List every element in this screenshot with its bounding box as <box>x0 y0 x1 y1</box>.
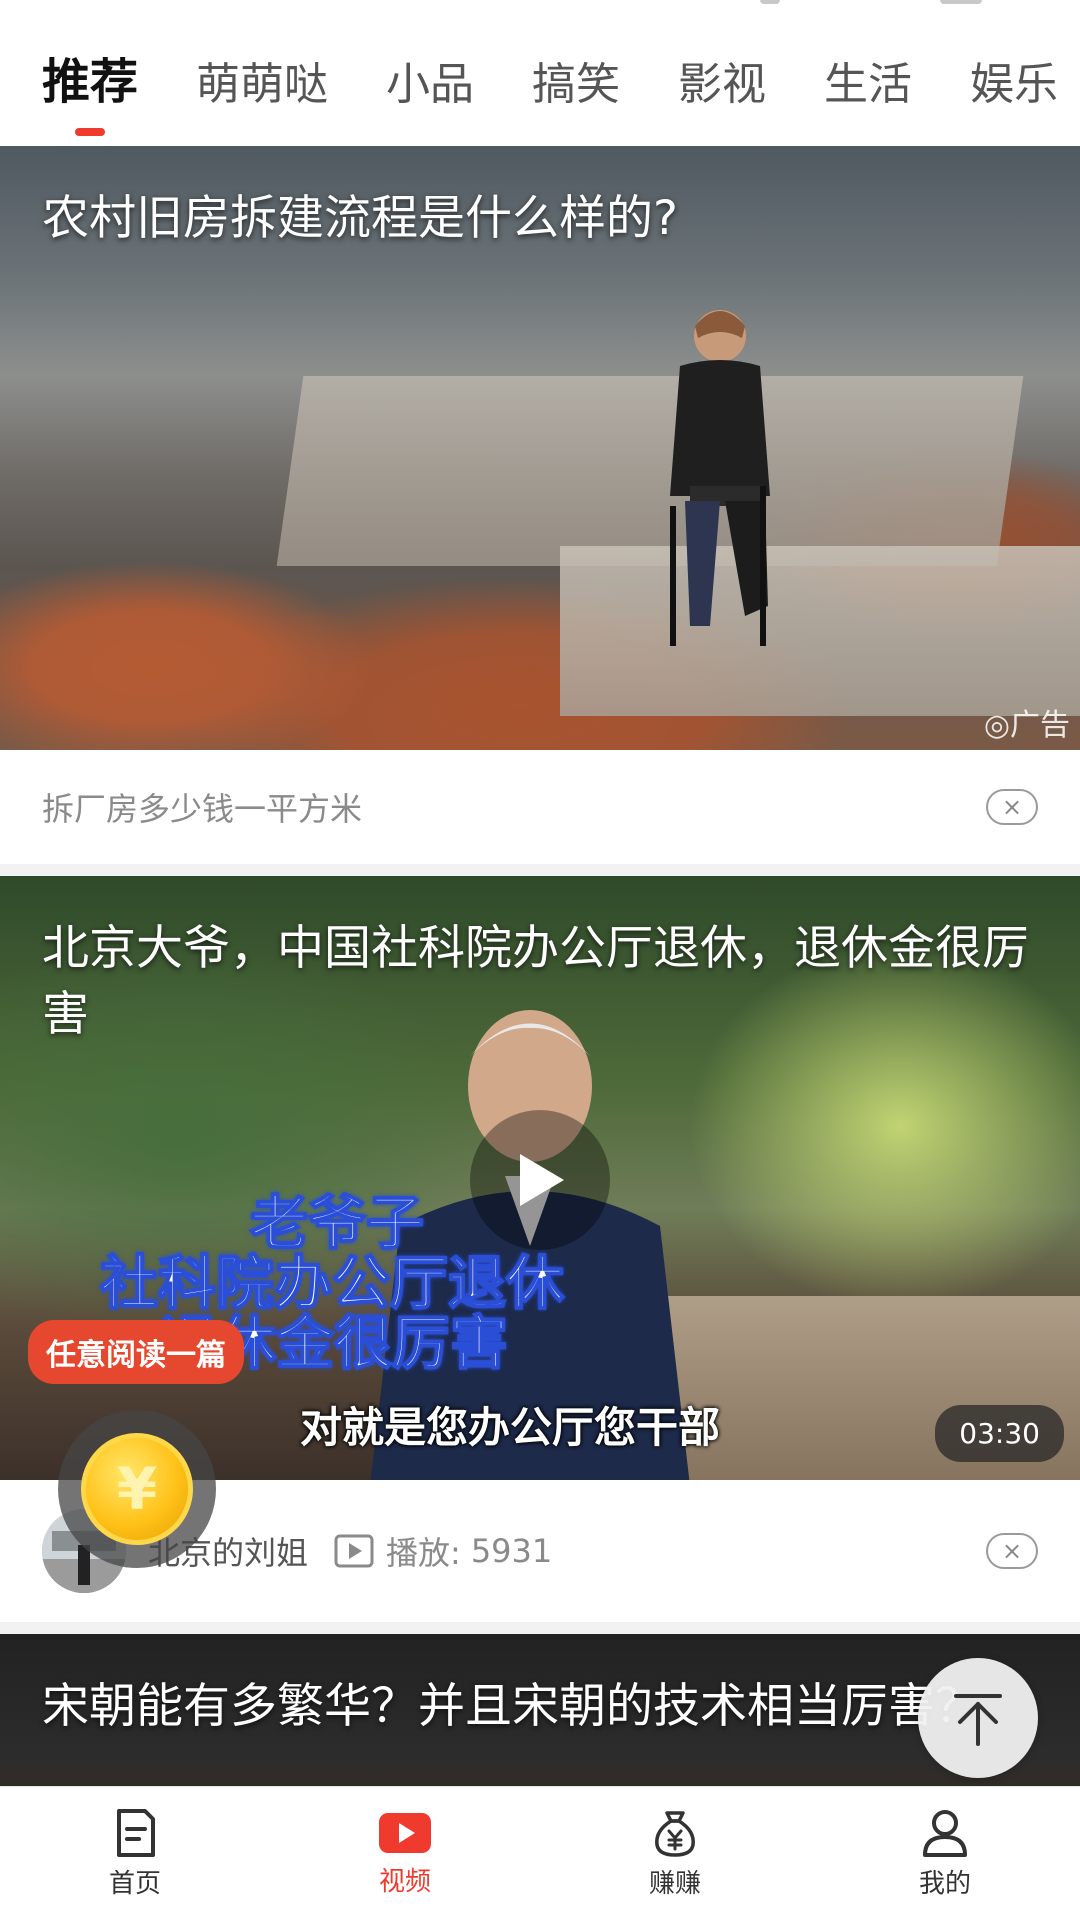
status-bar-peek <box>760 0 780 4</box>
ad-label: ◎广告 <box>983 708 1070 743</box>
nav-video[interactable]: 视频 <box>270 1787 540 1920</box>
tab-skit[interactable]: 小品 <box>386 48 474 146</box>
tab-film[interactable]: 影视 <box>678 48 766 146</box>
feed-card-ad[interactable]: 农村旧房拆建流程是什么样的? ◎广告 拆厂房多少钱一平方米 × <box>0 146 1080 864</box>
nav-profile[interactable]: 我的 <box>810 1787 1080 1920</box>
nav-home[interactable]: 首页 <box>0 1787 270 1920</box>
coin-reward-button[interactable]: ¥ <box>58 1410 216 1568</box>
ad-subtitle: 拆厂房多少钱一平方米 <box>42 790 363 828</box>
read-task-badge[interactable]: 任意阅读一篇 <box>28 1320 244 1384</box>
tab-entertainment[interactable]: 娱乐 <box>970 48 1058 146</box>
play-count-label: 播放: <box>386 1534 461 1572</box>
play-count-value: 5931 <box>470 1532 553 1570</box>
card-title: 宋朝能有多繁华？并且宋朝的技术相当厉害？ <box>42 1679 982 1734</box>
tab-cute[interactable]: 萌萌哒 <box>196 48 328 146</box>
tab-life[interactable]: 生活 <box>824 48 912 146</box>
video-duration: 03:30 <box>935 1405 1064 1462</box>
card-divider <box>0 864 1080 876</box>
dismiss-button[interactable]: × <box>986 789 1038 825</box>
nav-video-label: 视频 <box>378 1867 431 1897</box>
home-doc-icon <box>117 1809 155 1857</box>
video-subtitle: 对就是您办公厅您干部 <box>300 1403 721 1452</box>
play-count-icon <box>334 1534 374 1568</box>
nav-earn-label: 赚赚 <box>648 1869 701 1899</box>
thumbnail-image <box>670 310 770 646</box>
card-thumbnail[interactable]: 农村旧房拆建流程是什么样的? ◎广告 <box>0 146 1080 750</box>
nav-profile-label: 我的 <box>918 1869 971 1899</box>
money-bag-icon <box>655 1811 695 1857</box>
tab-funny[interactable]: 搞笑 <box>532 48 620 146</box>
play-icon <box>520 1154 564 1206</box>
arrow-up-icon <box>954 1694 1002 1746</box>
card-divider <box>0 1622 1080 1634</box>
ad-icon: ◎ <box>983 708 1010 743</box>
video-thumbnail[interactable]: 北京大爷，中国社科院办公厅退休，退休金很厉害 老爷子 社科院办公厅退休 退休金很… <box>0 876 1080 1480</box>
video-feed: 农村旧房拆建流程是什么样的? ◎广告 拆厂房多少钱一平方米 × 北京大爷，中国社… <box>0 146 1080 1834</box>
thumbnail-image <box>560 546 1080 716</box>
tab-recommend[interactable]: 推荐 <box>42 42 138 146</box>
card-meta: 拆厂房多少钱一平方米 × <box>0 750 1080 864</box>
status-bar-peek <box>940 0 982 4</box>
user-icon <box>923 1810 967 1857</box>
nav-home-label: 首页 <box>108 1869 161 1899</box>
back-to-top-button[interactable] <box>918 1658 1038 1778</box>
video-play-icon <box>379 1813 431 1853</box>
play-button[interactable] <box>470 1110 610 1250</box>
coin-icon: ¥ <box>81 1433 193 1545</box>
card-title: 农村旧房拆建流程是什么样的? <box>42 191 678 246</box>
category-tab-bar: 推荐 萌萌哒 小品 搞笑 影视 生活 娱乐 <box>0 0 1080 146</box>
app-screen: 推荐 萌萌哒 小品 搞笑 影视 生活 娱乐 农村旧房拆建流程是什么样的? ◎广告… <box>0 0 1080 1920</box>
bottom-navigation: 首页 视频 赚赚 我的 <box>0 1786 1080 1920</box>
card-title: 北京大爷，中国社科院办公厅退休，退休金很厉害 <box>42 921 1029 1042</box>
dismiss-button[interactable]: × <box>986 1533 1038 1569</box>
nav-earn[interactable]: 赚赚 <box>540 1787 810 1920</box>
